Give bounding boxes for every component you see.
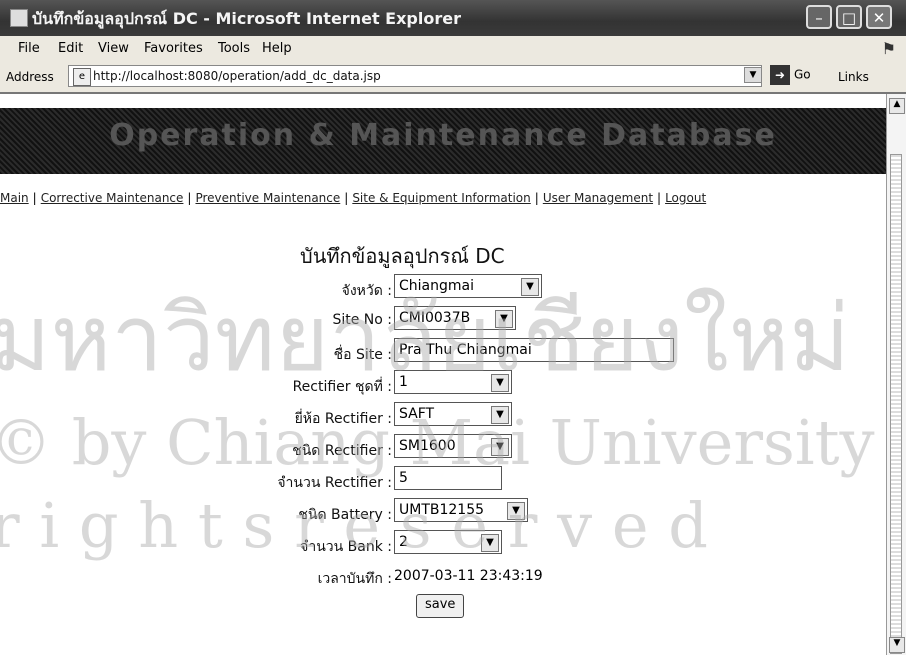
save-button[interactable]: save: [416, 594, 465, 618]
go-label: Go: [794, 67, 811, 82]
address-label: Address: [6, 70, 54, 84]
go-button[interactable]: ➜ Go: [770, 65, 811, 87]
nav-corrective-maintenance[interactable]: Corrective Maintenance: [41, 191, 184, 205]
close-button[interactable]: ✕: [866, 5, 892, 29]
page-content: Operation & Maintenance Database Main | Co…: [0, 94, 886, 655]
chevron-down-icon: ▼: [491, 374, 509, 392]
rectifier-set-label: Rectifier ชุดที่ :: [292, 379, 392, 395]
rectifier-set-select[interactable]: 1 ▼: [394, 370, 512, 394]
ie-app-icon: [10, 9, 28, 27]
record-time-value: 2007-03-11 23:43:19: [394, 568, 543, 584]
site-name-input[interactable]: Pra Thu Chiangmai: [394, 338, 674, 362]
bank-count-value: 2: [399, 534, 408, 550]
vertical-scrollbar[interactable]: ▲ ▼: [886, 94, 906, 655]
battery-type-select[interactable]: UMTB12155 ▼: [394, 498, 528, 522]
chevron-down-icon: ▼: [521, 278, 539, 296]
province-label: จังหวัด :: [341, 283, 392, 299]
site-no-value: CMI0037B: [399, 310, 471, 326]
row-record-time: เวลาบันทึก : 2007-03-11 23:43:19: [0, 562, 886, 590]
menu-tools[interactable]: Tools: [218, 41, 250, 56]
chevron-down-icon: ▼: [495, 310, 513, 328]
links-button[interactable]: Links: [838, 70, 869, 84]
window-title: บันทึกข้อมูลอุปกรณ์ DC - Microsoft Inter…: [32, 9, 461, 28]
row-rectifier-type: ชนิด Rectifier : SM1600 ▼: [0, 434, 886, 462]
window-titlebar: บันทึกข้อมูลอุปกรณ์ DC - Microsoft Inter…: [0, 0, 906, 36]
windows-logo-icon: ⚑: [881, 39, 896, 58]
nav-main[interactable]: Main: [0, 191, 29, 205]
banner-title: Operation & Maintenance Database: [109, 118, 777, 153]
scroll-down-icon[interactable]: ▼: [889, 637, 905, 653]
row-rectifier-count: จำนวน Rectifier : 5: [0, 466, 886, 494]
address-field[interactable]: e http://localhost:8080/operation/add_dc…: [68, 65, 762, 87]
rectifier-count-input[interactable]: 5: [394, 466, 502, 490]
battery-type-value: UMTB12155: [399, 502, 485, 518]
chevron-down-icon: ▼: [491, 438, 509, 456]
site-name-label: ชื่อ Site :: [333, 347, 392, 363]
rectifier-type-label: ชนิด Rectifier :: [292, 443, 392, 459]
bank-count-label: จำนวน Bank :: [300, 539, 392, 555]
row-site-name: ชื่อ Site : Pra Thu Chiangmai: [0, 338, 886, 366]
rectifier-type-value: SM1600: [399, 438, 456, 454]
row-province: จังหวัด : Chiangmai ▼: [0, 274, 886, 302]
rectifier-set-value: 1: [399, 374, 408, 390]
battery-type-label: ชนิด Battery :: [298, 507, 392, 523]
record-time-label: เวลาบันทึก :: [317, 571, 392, 587]
rectifier-brand-label: ยี่ห้อ Rectifier :: [294, 411, 392, 427]
chevron-down-icon: ▼: [507, 502, 525, 520]
row-bank-count: จำนวน Bank : 2 ▼: [0, 530, 886, 558]
rectifier-count-label: จำนวน Rectifier :: [277, 475, 392, 491]
province-select[interactable]: Chiangmai ▼: [394, 274, 542, 298]
rectifier-brand-value: SAFT: [399, 406, 435, 422]
site-no-label: Site No :: [332, 312, 392, 328]
scroll-up-icon[interactable]: ▲: [889, 98, 905, 114]
bank-count-select[interactable]: 2 ▼: [394, 530, 502, 554]
chevron-down-icon: ▼: [481, 534, 499, 552]
row-site-no: Site No : CMI0037B ▼: [0, 306, 886, 334]
menu-favorites[interactable]: Favorites: [144, 41, 203, 56]
nav-site-equipment-information[interactable]: Site & Equipment Information: [352, 191, 530, 205]
menu-view[interactable]: View: [98, 41, 129, 56]
address-url: http://localhost:8080/operation/add_dc_d…: [93, 69, 381, 83]
province-value: Chiangmai: [399, 278, 474, 294]
rectifier-brand-select[interactable]: SAFT ▼: [394, 402, 512, 426]
rectifier-type-select[interactable]: SM1600 ▼: [394, 434, 512, 458]
maximize-button[interactable]: □: [836, 5, 862, 29]
nav-preventive-maintenance[interactable]: Preventive Maintenance: [195, 191, 340, 205]
row-save: save: [0, 594, 886, 622]
row-rectifier-brand: ยี่ห้อ Rectifier : SAFT ▼: [0, 402, 886, 430]
scroll-thumb[interactable]: [890, 154, 902, 654]
row-rectifier-set: Rectifier ชุดที่ : 1 ▼: [0, 370, 886, 398]
menu-help[interactable]: Help: [262, 41, 292, 56]
page-icon: e: [73, 68, 91, 86]
menu-edit[interactable]: Edit: [58, 41, 83, 56]
menu-bar: File Edit View Favorites Tools Help ⚑: [0, 36, 906, 63]
nav-user-management[interactable]: User Management: [543, 191, 653, 205]
site-banner: Operation & Maintenance Database: [0, 108, 886, 174]
menu-file[interactable]: File: [18, 41, 40, 56]
minimize-button[interactable]: –: [806, 5, 832, 29]
address-bar: Address e http://localhost:8080/operatio…: [0, 62, 906, 94]
form-title: บันทึกข้อมูลอุปกรณ์ DC: [300, 244, 505, 268]
go-arrow-icon: ➜: [770, 65, 790, 85]
site-no-select[interactable]: CMI0037B ▼: [394, 306, 516, 330]
chevron-down-icon: ▼: [491, 406, 509, 424]
address-dropdown-icon[interactable]: ▼: [744, 67, 762, 83]
row-battery-type: ชนิด Battery : UMTB12155 ▼: [0, 498, 886, 526]
nav-bar: Main | Corrective Maintenance | Preventive M…: [0, 191, 707, 205]
nav-logout[interactable]: Logout: [665, 191, 706, 205]
